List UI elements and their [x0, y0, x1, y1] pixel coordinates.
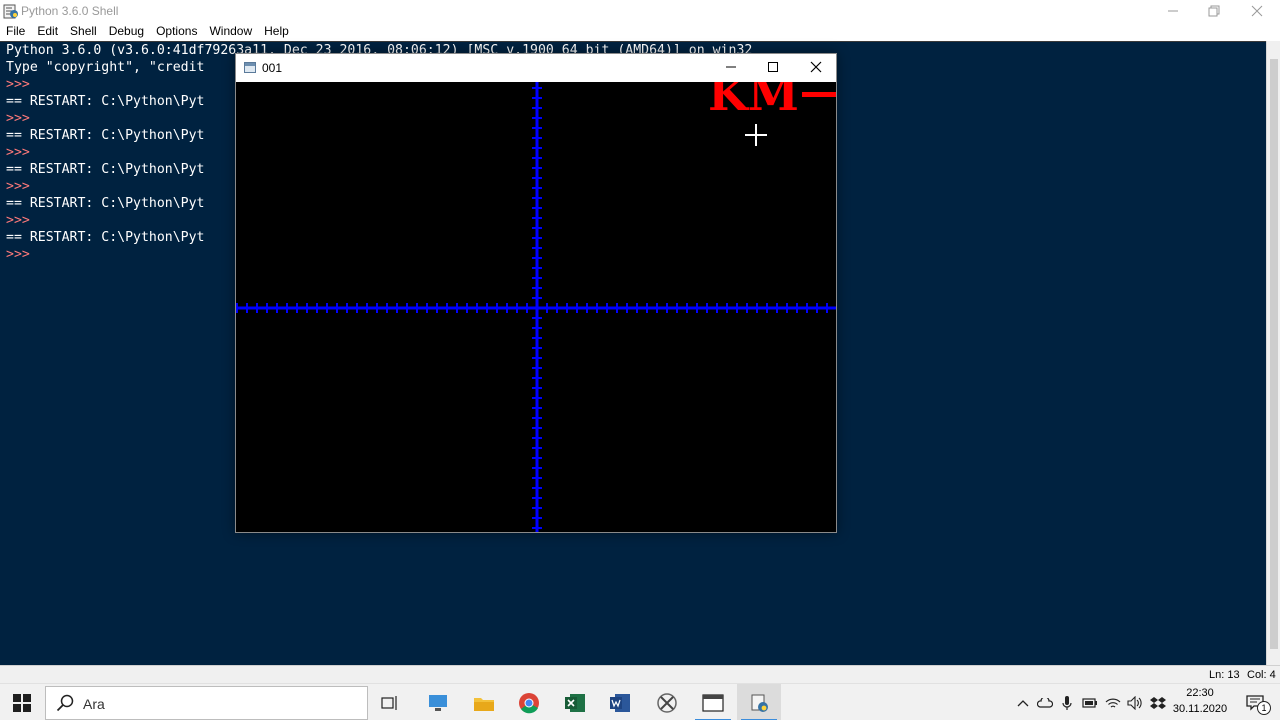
shell-prompt: >>> [6, 145, 30, 160]
folder-icon [474, 697, 494, 711]
search-placeholder: Ara [83, 696, 105, 712]
turtle-maximize-button[interactable] [750, 56, 796, 78]
task-view-icon [381, 695, 397, 710]
menu-edit[interactable]: Edit [31, 22, 64, 41]
windows-logo-icon [13, 693, 31, 712]
wifi-icon [1105, 698, 1121, 708]
close-icon [1251, 5, 1263, 17]
taskbar-app-turtle-window[interactable] [691, 684, 735, 720]
clock-time[interactable]: 22:30 [1174, 687, 1226, 699]
wifi-tray-button[interactable] [1102, 684, 1124, 720]
menu-help[interactable]: Help [258, 22, 295, 41]
menu-file[interactable]: File [0, 22, 31, 41]
start-button[interactable] [0, 684, 44, 720]
menu-debug[interactable]: Debug [103, 22, 150, 41]
status-column: Col: 4 [1247, 669, 1276, 681]
dropbox-tray-button[interactable] [1147, 684, 1169, 720]
window-icon [702, 693, 724, 712]
notification-center-button[interactable]: 1 [1236, 684, 1276, 720]
taskbar-app-chrome[interactable] [507, 684, 551, 720]
chevron-up-icon [1017, 699, 1029, 706]
restart-line: == RESTART: C:\Python\Pyt [6, 128, 205, 143]
taskbar-app-file-explorer[interactable] [462, 684, 506, 720]
window-title: Python 3.6.0 Shell [21, 4, 119, 18]
excel-icon [565, 693, 585, 712]
word-icon [610, 693, 630, 712]
restore-button[interactable] [1191, 0, 1237, 22]
volume-tray-button[interactable] [1124, 684, 1146, 720]
minimize-button[interactable] [1150, 0, 1196, 22]
drawn-red-line [802, 92, 836, 97]
maximize-icon [768, 62, 778, 72]
python-icon [751, 694, 768, 712]
drawn-km-text: KM [708, 82, 799, 121]
onedrive-tray-button[interactable] [1034, 684, 1056, 720]
turtle-window[interactable]: 001 KM [235, 53, 837, 533]
search-icon [56, 694, 74, 712]
shell-prompt: >>> [6, 111, 30, 126]
status-line: Ln: 13 [1209, 669, 1240, 681]
restart-line: == RESTART: C:\Python\Pyt [6, 94, 205, 109]
cloud-icon [1037, 697, 1053, 708]
turtle-drawing: KM [236, 82, 836, 532]
task-view-button[interactable] [368, 684, 412, 720]
taskbar-app-tool[interactable] [645, 684, 689, 720]
menu-shell[interactable]: Shell [64, 22, 103, 41]
microphone-tray-button[interactable] [1056, 684, 1078, 720]
python-idle-icon [3, 4, 18, 19]
menu-options[interactable]: Options [150, 22, 203, 41]
shell-prompt: >>> [6, 77, 30, 92]
turtle-window-titlebar[interactable]: 001 [236, 54, 836, 82]
turtle-close-button[interactable] [793, 56, 839, 78]
taskbar-app-word[interactable] [598, 684, 642, 720]
minimize-icon [726, 66, 736, 68]
turtle-canvas[interactable]: KM [236, 82, 836, 532]
restart-line: == RESTART: C:\Python\Pyt [6, 230, 205, 245]
turtle-window-title: 001 [262, 61, 283, 75]
taskbar-app-desktop[interactable] [416, 684, 460, 720]
taskbar-app-python[interactable] [737, 684, 781, 720]
clock-date[interactable]: 30.11.2020 [1172, 703, 1228, 715]
crosshair-cursor-icon [745, 124, 767, 146]
shell-prompt: >>> [6, 213, 30, 228]
taskbar: Ara 22:30 30.11.2020 1 [0, 683, 1280, 720]
coordinate-axes [236, 82, 836, 532]
turtle-minimize-button[interactable] [708, 56, 754, 78]
vertical-scrollbar[interactable] [1266, 41, 1280, 665]
chrome-icon [519, 692, 539, 713]
minimize-icon [1168, 10, 1178, 12]
menu-bar: File Edit Shell Debug Options Window Hel… [0, 22, 1280, 41]
restart-line: == RESTART: C:\Python\Pyt [6, 196, 205, 211]
close-button[interactable] [1234, 0, 1280, 22]
scrollbar-thumb[interactable] [1270, 59, 1278, 649]
shell-prompt: >>> [6, 179, 30, 194]
taskbar-search-box[interactable]: Ara [45, 686, 368, 720]
restore-icon [1208, 5, 1220, 17]
dropbox-icon [1150, 696, 1166, 709]
menu-window[interactable]: Window [203, 22, 258, 41]
battery-tray-button[interactable] [1079, 684, 1101, 720]
close-icon [810, 61, 822, 73]
tools-icon [657, 692, 677, 713]
microphone-icon [1062, 695, 1072, 710]
banner-line-2: Type "copyright", "credit [6, 60, 205, 75]
show-hidden-icons-button[interactable] [1012, 684, 1034, 720]
window-icon [244, 62, 256, 73]
computer-icon [429, 694, 447, 711]
battery-icon [1082, 697, 1097, 708]
notification-count-badge: 1 [1257, 701, 1271, 715]
taskbar-app-excel[interactable] [553, 684, 597, 720]
title-bar: Python 3.6.0 Shell [0, 0, 1280, 22]
status-bar: Ln: 13 Col: 4 [0, 665, 1280, 683]
shell-prompt: >>> [6, 247, 30, 262]
restart-line: == RESTART: C:\Python\Pyt [6, 162, 205, 177]
speaker-icon [1127, 695, 1142, 710]
